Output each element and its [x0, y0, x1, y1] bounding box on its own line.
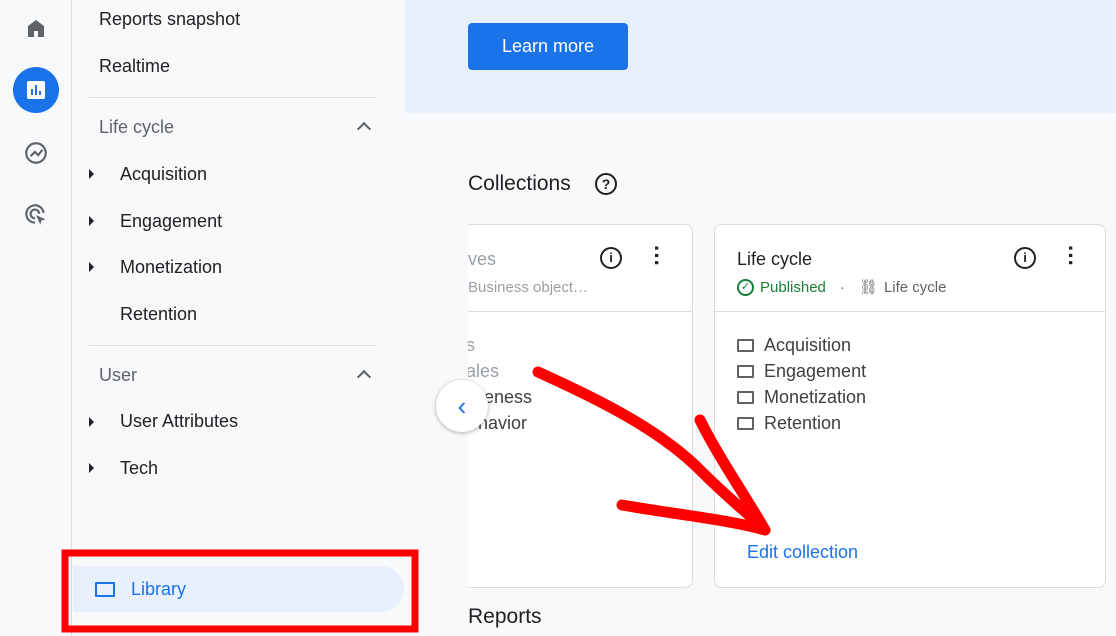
annotation-highlight-box — [61, 549, 419, 633]
annotation-overlay — [61, 366, 771, 633]
